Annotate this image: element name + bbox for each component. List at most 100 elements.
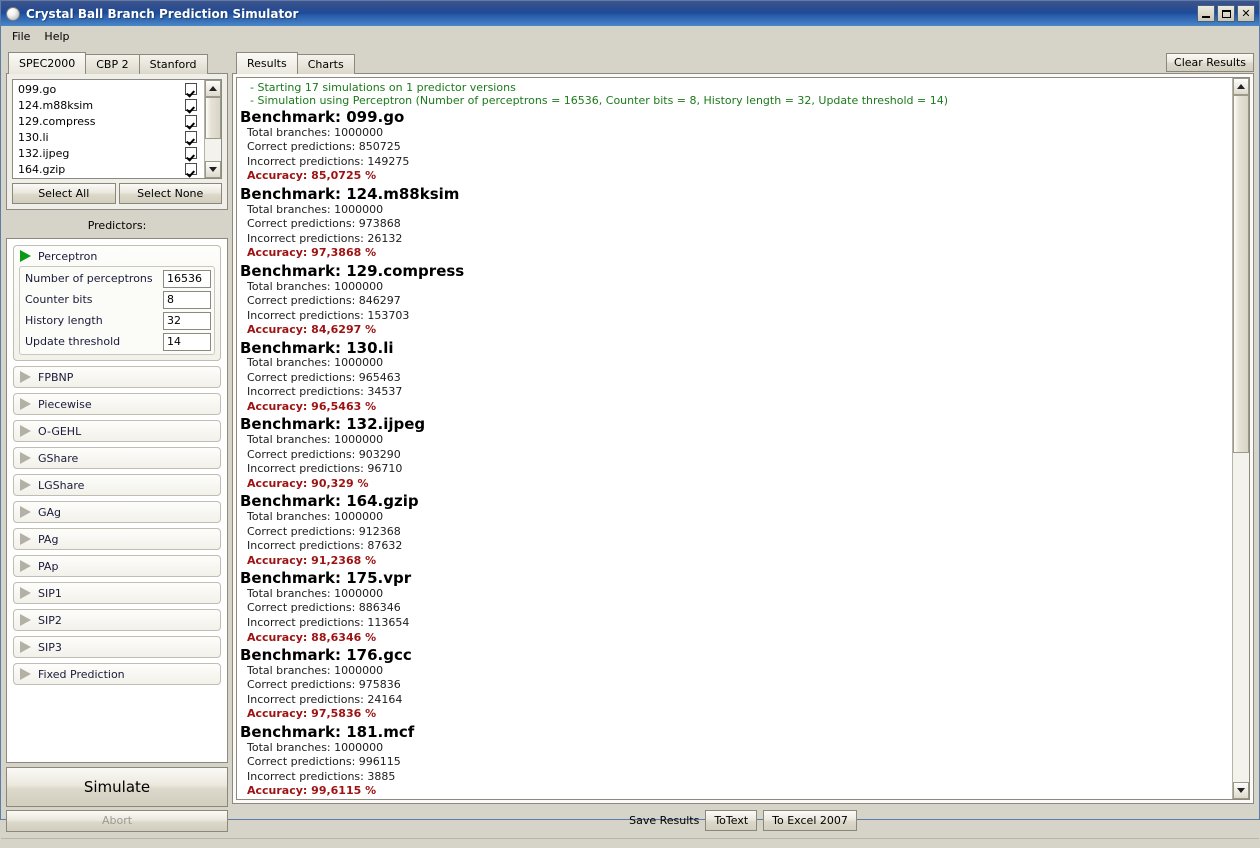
param-label: Update threshold [25, 335, 121, 348]
select-all-button[interactable]: Select All [12, 183, 116, 204]
predictor-header[interactable]: PAg [14, 529, 220, 549]
predictor-header[interactable]: LGShare [14, 475, 220, 495]
expand-triangle-icon[interactable] [20, 587, 31, 599]
predictor-piecewise[interactable]: Piecewise [13, 393, 221, 415]
scroll-thumb[interactable] [205, 97, 221, 139]
application-window: Crystal Ball Branch Prediction Simulator… [0, 0, 1260, 848]
benchmark-list[interactable]: 099.go 124.m88ksim 129.compress 130.li 1… [13, 80, 204, 178]
expand-triangle-icon[interactable] [20, 641, 31, 653]
predictor-sip3[interactable]: SIP3 [13, 636, 221, 658]
correct-predictions: Correct predictions: 996115 [247, 755, 401, 769]
predictor-fixed-prediction[interactable]: Fixed Prediction [13, 663, 221, 685]
menu-item-file[interactable]: File [5, 28, 37, 45]
close-button[interactable]: ✕ [1237, 5, 1255, 22]
expand-triangle-icon[interactable] [20, 668, 31, 680]
predictor-gag[interactable]: GAg [13, 501, 221, 523]
expand-triangle-icon[interactable] [20, 533, 31, 545]
predictor-sip2[interactable]: SIP2 [13, 609, 221, 631]
expand-triangle-icon[interactable] [20, 614, 31, 626]
predictor-header[interactable]: SIP2 [14, 610, 220, 630]
list-item[interactable]: 099.go [13, 81, 204, 97]
select-none-button[interactable]: Select None [118, 183, 222, 204]
main-body: SPEC2000 CBP 2 Stanford 099.go 124.m88ks… [1, 47, 1259, 838]
list-item[interactable]: 124.m88ksim [13, 97, 204, 113]
simulate-button[interactable]: Simulate [6, 766, 228, 807]
predictor-sip1[interactable]: SIP1 [13, 582, 221, 604]
maximize-button[interactable] [1217, 5, 1235, 22]
expand-triangle-icon[interactable] [20, 425, 31, 437]
tab-charts[interactable]: Charts [296, 54, 355, 74]
predictor-perceptron[interactable]: Perceptron Number of perceptrons 16536 C… [13, 245, 221, 361]
scroll-thumb[interactable] [1233, 95, 1249, 453]
predictor-header[interactable]: O-GEHL [14, 421, 220, 441]
predictor-name: PAg [38, 532, 59, 546]
tab-stanford[interactable]: Stanford [138, 54, 208, 74]
expand-triangle-icon[interactable] [20, 250, 31, 262]
benchmark-checkbox[interactable] [185, 163, 197, 175]
menu-item-help[interactable]: Help [37, 28, 76, 45]
benchmark-checkbox[interactable] [185, 99, 197, 111]
expand-triangle-icon[interactable] [20, 479, 31, 491]
scroll-down-icon[interactable] [1233, 781, 1249, 799]
total-branches: Total branches: 1000000 [247, 125, 384, 139]
results-scrollbar[interactable] [1232, 78, 1249, 799]
history-length-input[interactable]: 32 [163, 311, 211, 330]
status-strip [1, 837, 1259, 848]
list-item[interactable]: 164.gzip [13, 161, 204, 177]
predictor-lgshare[interactable]: LGShare [13, 474, 221, 496]
list-item[interactable]: 132.ijpeg [13, 145, 204, 161]
to-text-button[interactable]: ToText [705, 809, 758, 831]
tab-spec2000[interactable]: SPEC2000 [8, 52, 87, 74]
num-perceptrons-input[interactable]: 16536 [163, 269, 211, 288]
predictor-header[interactable]: FPBNP [14, 367, 220, 387]
expand-triangle-icon[interactable] [20, 506, 31, 518]
benchmark-list-scrollbar[interactable] [204, 80, 221, 178]
predictor-pag[interactable]: PAg [13, 528, 221, 550]
incorrect-predictions: Incorrect predictions: 153703 [247, 308, 410, 322]
counter-bits-input[interactable]: 8 [163, 290, 211, 309]
expand-triangle-icon[interactable] [20, 452, 31, 464]
scroll-track[interactable] [1233, 95, 1249, 782]
benchmark-list-container: 099.go 124.m88ksim 129.compress 130.li 1… [12, 79, 222, 179]
scroll-track[interactable] [205, 97, 221, 161]
predictor-header[interactable]: PAp [14, 556, 220, 576]
param-row-history-length: History length 32 [23, 311, 211, 330]
incorrect-predictions: Incorrect predictions: 26132 [247, 231, 403, 245]
benchmark-checkbox[interactable] [185, 131, 197, 143]
list-item[interactable]: 129.compress [13, 113, 204, 129]
predictor-name: LGShare [38, 478, 85, 492]
predictor-header[interactable]: Fixed Prediction [14, 664, 220, 684]
predictor-pap[interactable]: PAp [13, 555, 221, 577]
benchmark-checkbox[interactable] [185, 83, 197, 95]
predictor-header[interactable]: GShare [14, 448, 220, 468]
scroll-up-icon[interactable] [205, 80, 221, 97]
accuracy-value: Accuracy: 84,6297 % [247, 323, 377, 337]
predictor-header[interactable]: Piecewise [14, 394, 220, 414]
predictor-header[interactable]: Perceptron [14, 246, 220, 266]
tab-cbp2[interactable]: CBP 2 [85, 54, 140, 74]
benchmark-checkbox[interactable] [185, 147, 197, 159]
update-threshold-input[interactable]: 14 [163, 332, 211, 351]
expand-triangle-icon[interactable] [20, 398, 31, 410]
predictor-fpbnp[interactable]: FPBNP [13, 366, 221, 388]
predictor-header[interactable]: GAg [14, 502, 220, 522]
results-textbox[interactable]: - Starting 17 simulations on 1 predictor… [236, 77, 1250, 800]
incorrect-predictions: Incorrect predictions: 87632 [247, 539, 403, 553]
predictor-header[interactable]: SIP1 [14, 583, 220, 603]
minimize-button[interactable] [1197, 5, 1215, 22]
scroll-down-icon[interactable] [205, 161, 221, 178]
predictor-o-gehl[interactable]: O-GEHL [13, 420, 221, 442]
benchmark-checkbox[interactable] [185, 115, 197, 127]
param-label: History length [25, 314, 103, 327]
predictor-header[interactable]: SIP3 [14, 637, 220, 657]
expand-triangle-icon[interactable] [20, 371, 31, 383]
list-item[interactable]: 130.li [13, 129, 204, 145]
save-results-bar: Save Results ToText To Excel 2007 [232, 804, 1254, 832]
clear-results-button[interactable]: Clear Results [1166, 53, 1254, 72]
expand-triangle-icon[interactable] [20, 560, 31, 572]
to-excel-button[interactable]: To Excel 2007 [763, 809, 857, 831]
predictor-gshare[interactable]: GShare [13, 447, 221, 469]
tab-results[interactable]: Results [236, 52, 298, 74]
scroll-up-icon[interactable] [1233, 78, 1249, 95]
benchmark-result-block: Benchmark: 124.m88ksim Total branches: 1… [240, 185, 1232, 261]
